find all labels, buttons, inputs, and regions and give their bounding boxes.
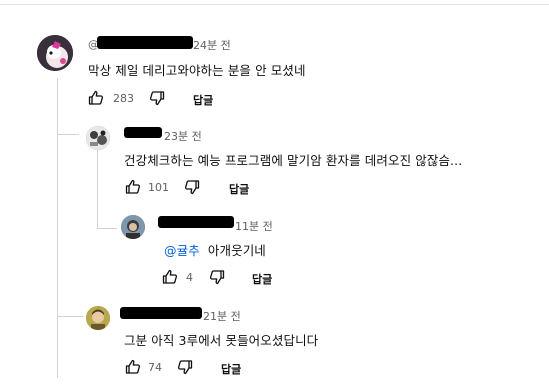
avatar[interactable] <box>86 126 110 150</box>
author-name-redacted[interactable] <box>97 36 193 49</box>
thumbs-down-icon[interactable] <box>209 269 225 285</box>
comment-text: 막상 제일 데리고와야하는 분을 안 모셨네 <box>88 63 306 78</box>
thumbs-up-icon[interactable] <box>88 90 104 106</box>
thumbs-down-icon[interactable] <box>149 90 165 106</box>
reply-button[interactable]: 답글 <box>193 92 213 108</box>
avatar[interactable] <box>86 306 110 330</box>
like-count: 101 <box>148 181 169 194</box>
thumbs-up-icon[interactable] <box>125 179 141 195</box>
reply-button[interactable]: 답글 <box>229 181 249 197</box>
comment-time[interactable]: 11분 전 <box>235 218 273 234</box>
comment-time[interactable]: 21분 전 <box>203 308 241 324</box>
thumbs-down-icon[interactable] <box>184 179 200 195</box>
thumbs-up-icon[interactable] <box>125 359 141 375</box>
reply-thread-line <box>97 150 98 228</box>
thumbs-down-icon[interactable] <box>177 359 193 375</box>
like-count: 74 <box>148 361 162 374</box>
author-name-redacted[interactable] <box>120 307 202 319</box>
reply-button[interactable]: 답글 <box>221 361 241 377</box>
author-name-redacted[interactable] <box>124 127 162 138</box>
avatar[interactable] <box>121 215 145 239</box>
author-name-redacted[interactable] <box>158 216 234 228</box>
reply-button[interactable]: 답글 <box>252 271 272 287</box>
comment-time[interactable]: 24분 전 <box>193 37 231 53</box>
comment-body: 아개웃기네 <box>207 243 266 258</box>
like-count: 4 <box>186 271 193 284</box>
thumbs-up-icon[interactable] <box>162 269 178 285</box>
comment-text: 그분 아직 3루에서 못들어오셨답니다 <box>124 333 319 348</box>
top-divider <box>0 4 549 5</box>
thread-branch <box>57 316 83 317</box>
reply-thread-branch <box>97 228 117 229</box>
comment-text: 건강체크하는 예능 프로그램에 말기암 환자를 데려오진 않잖슴... <box>124 153 463 168</box>
thread-branch <box>57 134 79 135</box>
avatar[interactable] <box>37 35 73 71</box>
comment-time[interactable]: 23분 전 <box>164 128 202 144</box>
thread-line <box>57 78 58 378</box>
like-count: 283 <box>113 92 134 105</box>
mention-link[interactable]: @귤추 <box>164 243 200 258</box>
comment-text: @귤추 아개웃기네 <box>164 240 266 259</box>
